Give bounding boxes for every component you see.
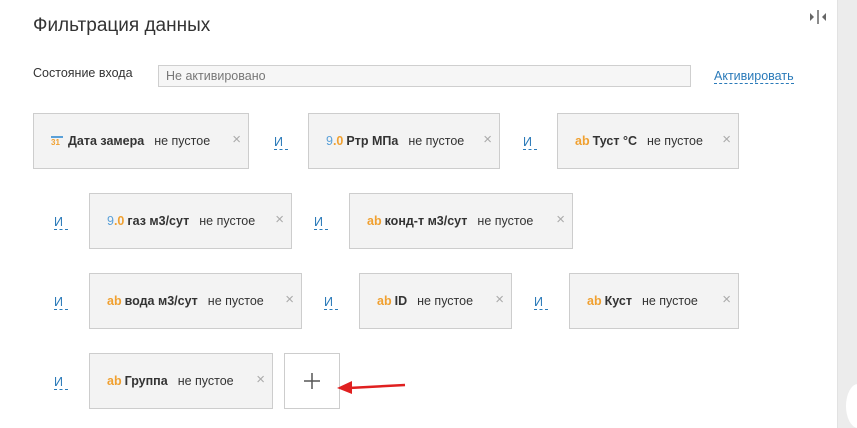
- filter-condition: не пустое: [199, 214, 256, 228]
- panel-title: Фильтрация данных: [33, 15, 211, 36]
- and-connector[interactable]: И: [54, 296, 68, 310]
- filter-condition: не пустое: [154, 134, 211, 148]
- and-connector[interactable]: И: [54, 376, 68, 390]
- and-connector[interactable]: И: [274, 136, 288, 150]
- and-connector[interactable]: И: [324, 296, 338, 310]
- state-field[interactable]: Не активировано: [158, 65, 691, 87]
- filter-field-name: газ м3/сут: [127, 214, 190, 228]
- filter-chip[interactable]: 9.0 Ртр МПа не пустое ×: [308, 113, 500, 169]
- close-icon[interactable]: ×: [722, 292, 731, 308]
- text-type-icon: ab: [377, 294, 392, 308]
- filter-chip[interactable]: 9.0 газ м3/сут не пустое ×: [89, 193, 292, 249]
- activate-link[interactable]: Активировать: [714, 69, 794, 84]
- filter-chip[interactable]: ab вода м3/сут не пустое ×: [89, 273, 302, 329]
- text-type-icon: ab: [367, 214, 382, 228]
- add-filter-button[interactable]: [284, 353, 340, 409]
- filter-chip[interactable]: 31 Дата замера не пустое ×: [33, 113, 249, 169]
- filter-condition: не пустое: [477, 214, 534, 228]
- number-type-icon: 9.0: [107, 214, 125, 228]
- collapse-panel-icon[interactable]: [808, 8, 828, 26]
- text-type-icon: ab: [575, 134, 590, 148]
- filter-condition: не пустое: [417, 294, 474, 308]
- filter-condition: не пустое: [646, 134, 703, 148]
- and-connector[interactable]: И: [54, 216, 68, 230]
- close-icon[interactable]: ×: [275, 212, 284, 228]
- close-icon[interactable]: ×: [256, 372, 265, 388]
- filter-field-name: вода м3/сут: [124, 294, 198, 308]
- filter-field-name: Группа: [124, 374, 168, 388]
- close-icon[interactable]: ×: [722, 132, 731, 148]
- calendar-icon: 31: [51, 135, 63, 147]
- close-icon[interactable]: ×: [232, 132, 241, 148]
- filter-condition: не пустое: [177, 374, 234, 388]
- background-shape: [846, 384, 857, 428]
- filter-field-name: Туст °С: [592, 134, 637, 148]
- state-label: Состояние входа: [33, 66, 133, 80]
- close-icon[interactable]: ×: [285, 292, 294, 308]
- filter-field-name: ID: [394, 294, 408, 308]
- plus-icon: [304, 373, 320, 389]
- close-icon[interactable]: ×: [483, 132, 492, 148]
- close-icon[interactable]: ×: [556, 212, 565, 228]
- filter-condition: не пустое: [641, 294, 698, 308]
- close-icon[interactable]: ×: [495, 292, 504, 308]
- filter-field-name: Куст: [604, 294, 632, 308]
- filter-field-name: конд-т м3/сут: [384, 214, 468, 228]
- filter-chip[interactable]: ab Группа не пустое ×: [89, 353, 273, 409]
- text-type-icon: ab: [107, 374, 122, 388]
- and-connector[interactable]: И: [523, 136, 537, 150]
- filter-chip[interactable]: ab ID не пустое ×: [359, 273, 512, 329]
- filter-panel: Фильтрация данных Состояние входа Не акт…: [0, 0, 838, 428]
- filter-chip[interactable]: ab Куст не пустое ×: [569, 273, 739, 329]
- filter-field-name: Ртр МПа: [346, 134, 399, 148]
- filter-condition: не пустое: [408, 134, 465, 148]
- and-connector[interactable]: И: [314, 216, 328, 230]
- filter-chip[interactable]: ab Туст °С не пустое ×: [557, 113, 739, 169]
- number-type-icon: 9.0: [326, 134, 344, 148]
- filter-condition: не пустое: [207, 294, 264, 308]
- text-type-icon: ab: [587, 294, 602, 308]
- red-arrow-annotation: [337, 381, 406, 394]
- and-connector[interactable]: И: [534, 296, 548, 310]
- text-type-icon: ab: [107, 294, 122, 308]
- filter-field-name: Дата замера: [68, 134, 145, 148]
- filter-chip[interactable]: ab конд-т м3/сут не пустое ×: [349, 193, 573, 249]
